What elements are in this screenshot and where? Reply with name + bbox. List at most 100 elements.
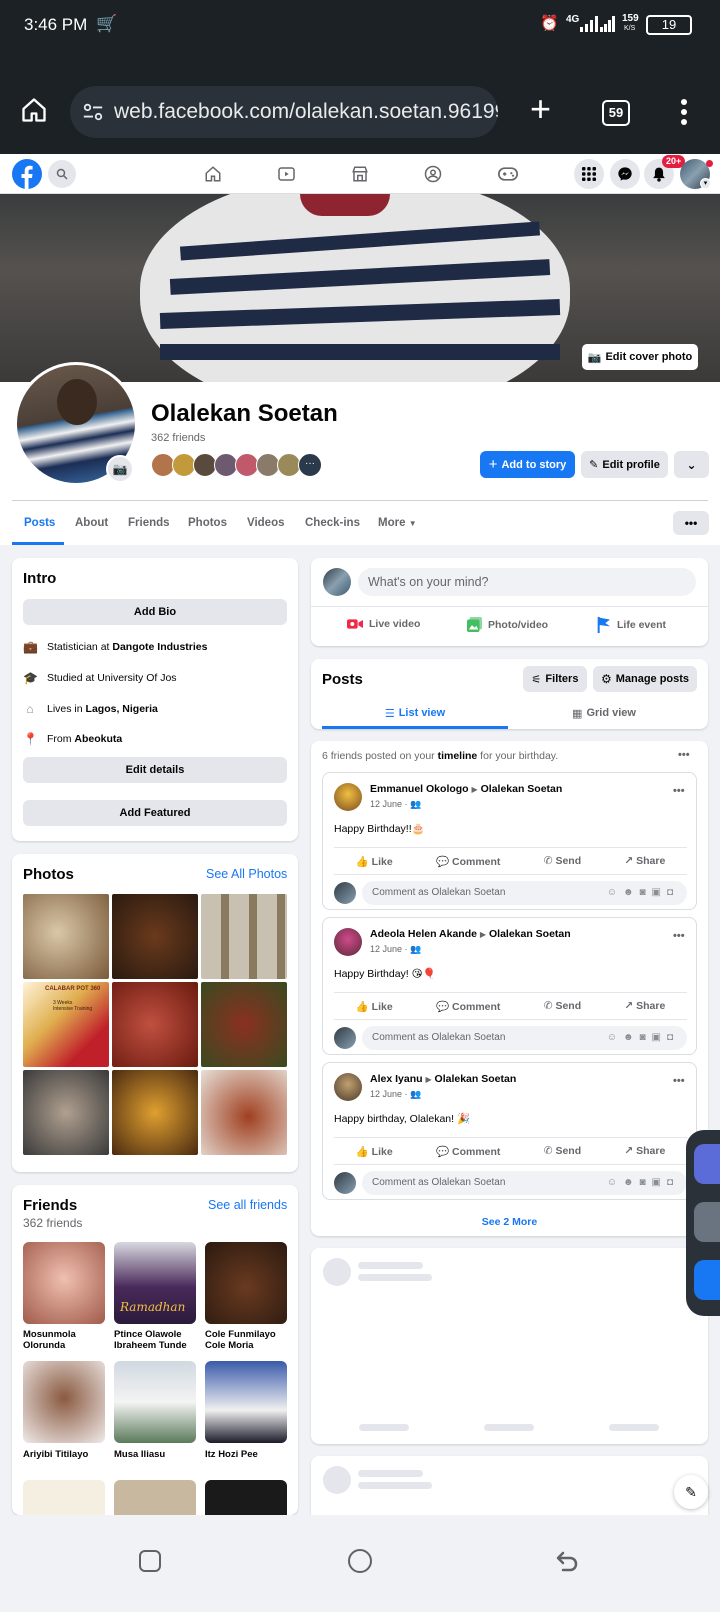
facebook-logo-icon[interactable] (12, 159, 42, 189)
edit-cover-photo-button[interactable]: 📷 Edit cover photo (582, 344, 698, 370)
like-button[interactable]: 👍 Like (356, 1000, 393, 1013)
photo-thumbnail[interactable] (201, 894, 287, 979)
friend-photo[interactable]: Ramadhan (114, 1242, 196, 1324)
share-button[interactable]: ↗ Share (624, 1000, 665, 1013)
like-button[interactable]: 👍 Like (356, 1145, 393, 1158)
update-profile-picture-button[interactable]: 📷 (106, 455, 134, 483)
add-bio-button[interactable]: Add Bio (23, 599, 287, 625)
more-friends-avatar[interactable]: ··· (298, 453, 322, 477)
side-panel-app-icon[interactable] (694, 1260, 720, 1300)
tab-friends[interactable]: Friends (128, 517, 170, 529)
friend-photo[interactable] (114, 1480, 196, 1515)
floating-side-panel[interactable] (686, 1130, 720, 1316)
post-date[interactable]: 12 June · (370, 944, 408, 954)
search-button[interactable] (48, 160, 76, 188)
photo-thumbnail[interactable] (112, 894, 198, 979)
post-options-icon[interactable]: ••• (673, 785, 685, 797)
friend-photo[interactable] (23, 1361, 105, 1443)
send-button[interactable]: ✆ Send (544, 855, 581, 868)
post-author-avatar[interactable] (334, 928, 362, 956)
photo-thumbnail[interactable] (201, 982, 287, 1067)
tab-check-ins[interactable]: Check-ins (305, 517, 360, 529)
see-more-link[interactable]: See 2 More (311, 1216, 708, 1228)
post-author-avatar[interactable] (334, 1073, 362, 1101)
post-author-avatar[interactable] (334, 783, 362, 811)
nav-home-icon[interactable] (204, 165, 222, 183)
tab-more[interactable]: More ▼ (378, 517, 417, 529)
comment-button[interactable]: 💬 Comment (436, 1145, 500, 1158)
share-button[interactable]: ↗ Share (624, 1145, 665, 1158)
friend-name[interactable]: Musa Iliasu (114, 1449, 198, 1460)
send-button[interactable]: ✆ Send (544, 1145, 581, 1158)
home-icon[interactable] (20, 96, 48, 124)
photo-thumbnail[interactable] (112, 982, 198, 1067)
side-panel-app-icon[interactable] (694, 1202, 720, 1242)
profile-more-dropdown[interactable]: ⌄ (674, 451, 709, 478)
messenger-button[interactable] (610, 159, 640, 189)
grid-view-tab[interactable]: ▦ Grid view (511, 700, 697, 726)
friend-name[interactable]: Mosunmola Olorunda (23, 1329, 107, 1351)
comment-button[interactable]: 💬 Comment (436, 855, 500, 868)
birthday-summary-timeline[interactable]: timeline (438, 750, 478, 762)
friend-photo[interactable] (23, 1242, 105, 1324)
add-to-story-button[interactable]: + Add to story (480, 451, 575, 478)
friend-name[interactable]: Cole Funmilayo Cole Moria (205, 1329, 289, 1351)
new-tab-icon[interactable]: + (530, 88, 551, 130)
intro-lives-place[interactable]: Lagos, Nigeria (86, 703, 158, 715)
comment-input[interactable]: Comment as Olalekan Soetan ☺☻◙▣◘ (362, 1026, 687, 1050)
friend-photo[interactable] (205, 1480, 287, 1515)
list-view-tab[interactable]: ☰ List view (322, 700, 508, 726)
comment-button[interactable]: 💬 Comment (436, 1000, 500, 1013)
tab-posts[interactable]: Posts (24, 517, 55, 529)
comment-tools-icons[interactable]: ☺☻◙▣◘ (607, 1026, 679, 1050)
live-video-button[interactable]: Live video (347, 618, 420, 630)
more-menu-icon[interactable] (680, 98, 688, 126)
see-all-friends-link[interactable]: See all friends (208, 1198, 287, 1212)
tabs-overflow-button[interactable]: ••• (673, 511, 709, 535)
post-target[interactable]: Olalekan Soetan (435, 1073, 517, 1085)
account-chevron-icon[interactable]: ▾ (700, 178, 711, 189)
comment-input[interactable]: Comment as Olalekan Soetan ☺☻◙▣◘ (362, 881, 687, 905)
cover-photo[interactable]: 📷 Edit cover photo (0, 194, 720, 382)
photo-thumbnail[interactable] (23, 1070, 109, 1155)
post-author[interactable]: Adeola Helen Akande (370, 928, 477, 940)
friend-avatars-row[interactable]: ··· (151, 453, 322, 478)
nav-groups-icon[interactable] (424, 165, 442, 183)
filters-button[interactable]: ⚟ Filters (523, 666, 587, 692)
post-options-icon[interactable]: ••• (673, 1075, 685, 1087)
profile-friends-count[interactable]: 362 friends (151, 432, 205, 444)
intro-work-place[interactable]: Dangote Industries (112, 641, 207, 653)
menu-button[interactable] (574, 159, 604, 189)
summary-options-icon[interactable]: ••• (678, 749, 690, 761)
post-author[interactable]: Emmanuel Okologo (370, 783, 469, 795)
friend-name[interactable]: Ptince Olawole Ibraheem Tunde (114, 1329, 198, 1351)
edit-details-button[interactable]: Edit details (23, 757, 287, 783)
compose-message-button[interactable]: ✎ (674, 1475, 708, 1509)
send-button[interactable]: ✆ Send (544, 1000, 581, 1013)
tab-videos[interactable]: Videos (247, 517, 285, 529)
back-button[interactable] (555, 1549, 579, 1573)
home-nav-button[interactable] (348, 1549, 372, 1573)
site-settings-icon[interactable] (82, 101, 104, 123)
nav-marketplace-icon[interactable] (351, 165, 369, 183)
manage-posts-button[interactable]: ⚙ Manage posts (593, 666, 697, 692)
tab-about[interactable]: About (75, 517, 108, 529)
friend-photo[interactable] (23, 1480, 105, 1515)
friend-photo[interactable] (205, 1361, 287, 1443)
photo-thumbnail[interactable] (112, 1070, 198, 1155)
like-button[interactable]: 👍 Like (356, 855, 393, 868)
post-author[interactable]: Alex Iyanu (370, 1073, 423, 1085)
post-target[interactable]: Olalekan Soetan (481, 783, 563, 795)
life-event-button[interactable]: Life event (597, 617, 666, 633)
post-target[interactable]: Olalekan Soetan (489, 928, 571, 940)
tab-photos[interactable]: Photos (188, 517, 227, 529)
friend-name[interactable]: Ariyibi Titilayo (23, 1449, 107, 1460)
see-all-photos-link[interactable]: See All Photos (206, 867, 287, 881)
composer-input[interactable]: What's on your mind? (358, 568, 696, 596)
comment-input[interactable]: Comment as Olalekan Soetan ☺☻◙▣◘ (362, 1171, 687, 1195)
edit-profile-button[interactable]: ✎ Edit profile (581, 451, 668, 478)
post-date[interactable]: 12 June · (370, 799, 408, 809)
share-button[interactable]: ↗ Share (624, 855, 665, 868)
tab-switcher-button[interactable]: 59 (602, 100, 630, 126)
post-options-icon[interactable]: ••• (673, 930, 685, 942)
